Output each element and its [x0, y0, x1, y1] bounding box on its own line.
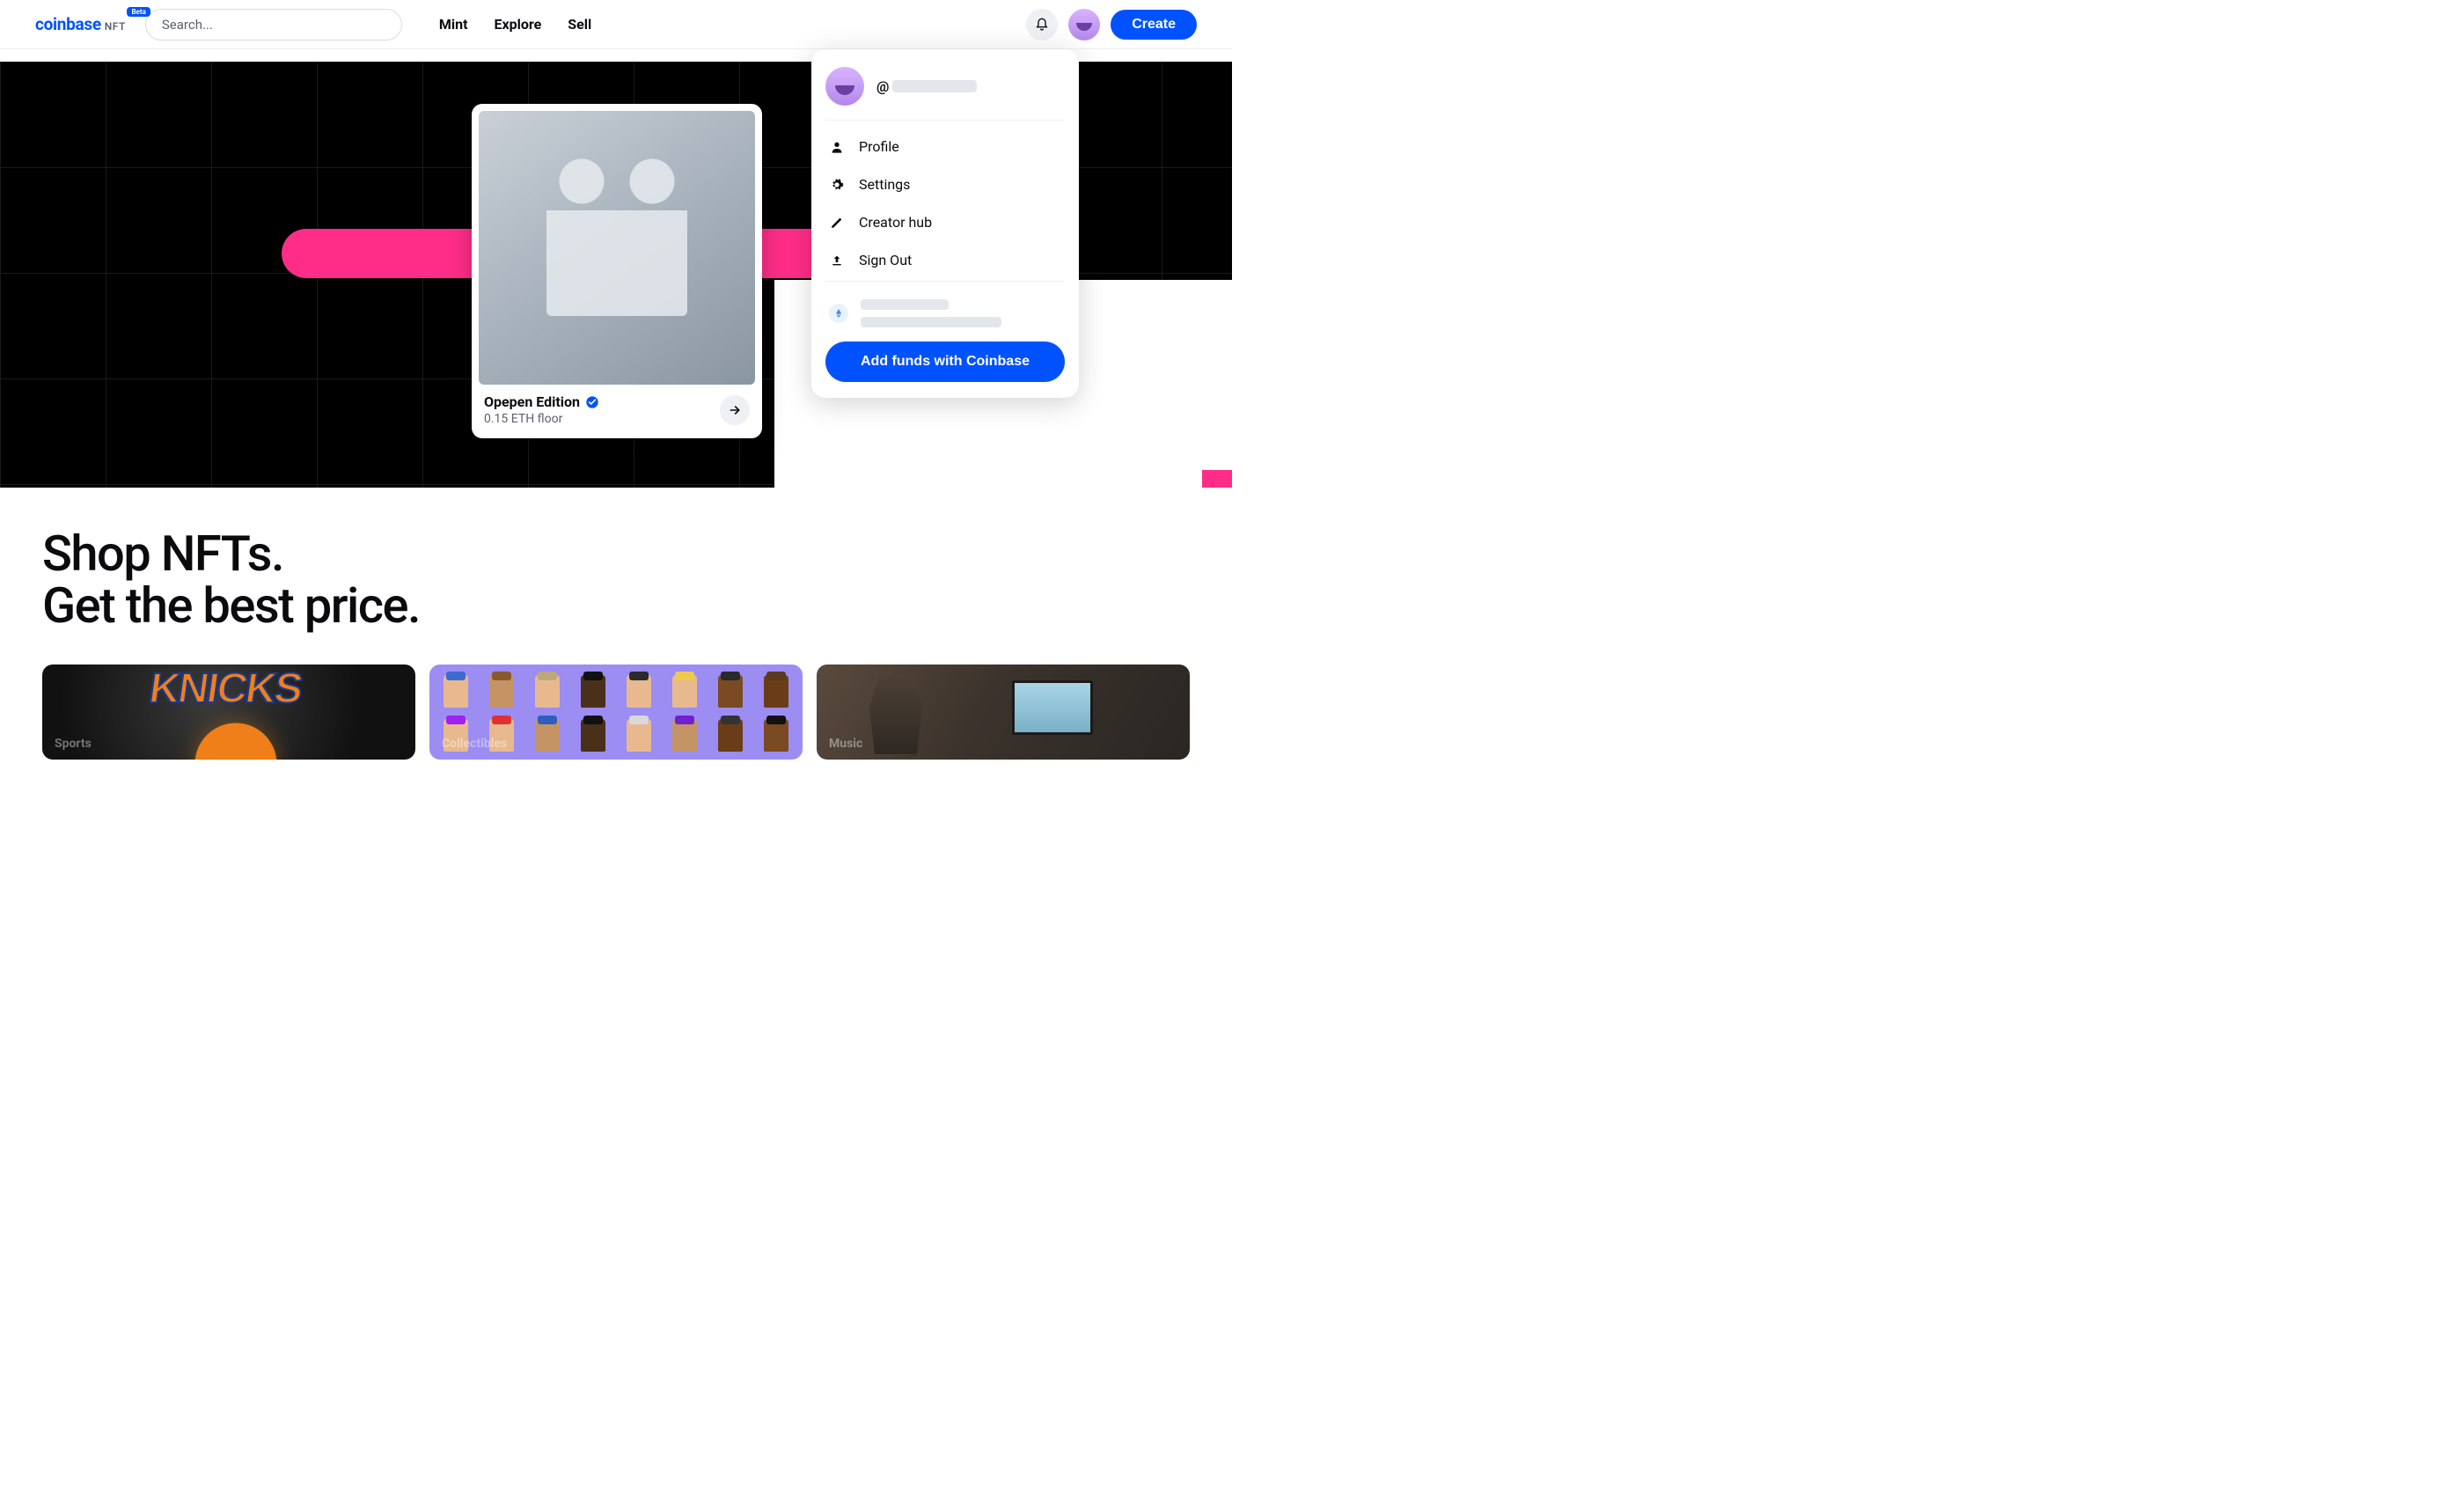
- featured-collection-floor: 0.15 ETH floor: [484, 412, 599, 426]
- pencil-icon: [829, 216, 845, 230]
- logo-coinbase: coinbase: [35, 14, 101, 34]
- dropdown-item-label: Profile: [859, 138, 899, 155]
- featured-collection-card[interactable]: Opepen Edition 0.15 ETH floor: [472, 104, 762, 438]
- logo[interactable]: coinbase NFT Beta: [35, 14, 126, 34]
- category-label: Music: [829, 737, 862, 751]
- gear-icon: [829, 178, 845, 192]
- top-nav: coinbase NFT Beta Search... Mint Explore…: [0, 0, 1232, 49]
- shop-heading-line2: Get the best price.: [42, 580, 1190, 632]
- category-card-sports[interactable]: KNICKS Sports: [42, 665, 415, 760]
- knicks-logo-art: KNICKS: [146, 665, 304, 713]
- dropdown-item-creator-hub[interactable]: Creator hub: [825, 203, 1065, 241]
- primary-nav: Mint Explore Sell: [439, 16, 591, 33]
- beta-badge: Beta: [127, 7, 150, 17]
- featured-next-button[interactable]: [720, 395, 750, 425]
- username-redacted: [892, 80, 977, 92]
- ethereum-icon: [829, 304, 848, 323]
- divider: [825, 281, 1065, 282]
- signout-icon: [829, 253, 845, 268]
- featured-collection-meta: Opepen Edition 0.15 ETH floor: [479, 385, 755, 431]
- verified-icon: [585, 395, 599, 409]
- nav-sell[interactable]: Sell: [568, 16, 591, 33]
- nav-mint[interactable]: Mint: [439, 16, 468, 33]
- hero-accent-white: [1102, 461, 1140, 488]
- dropdown-user-row[interactable]: @: [825, 62, 1065, 118]
- divider: [825, 120, 1065, 121]
- search-placeholder: Search...: [162, 17, 213, 33]
- dropdown-item-signout[interactable]: Sign Out: [825, 241, 1065, 279]
- search-input[interactable]: Search...: [145, 9, 402, 40]
- bell-icon: [1035, 18, 1049, 32]
- handle-prefix: @: [876, 78, 889, 95]
- person-icon: [829, 140, 845, 154]
- nav-explore[interactable]: Explore: [495, 16, 542, 33]
- dropdown-avatar: [825, 67, 864, 106]
- shop-heading: Shop NFTs. Get the best price.: [42, 528, 1190, 633]
- dropdown-item-label: Sign Out: [859, 252, 912, 268]
- featured-collection-title: Opepen Edition: [484, 393, 580, 410]
- wallet-balance-redacted: [861, 299, 1001, 327]
- category-row: KNICKS Sports Colle: [42, 665, 1190, 760]
- shop-heading-line1: Shop NFTs.: [42, 528, 1190, 580]
- category-label: Collectibles: [442, 737, 507, 751]
- arrow-right-icon: [728, 403, 742, 417]
- dropdown-item-label: Settings: [859, 176, 910, 193]
- dropdown-username: @: [876, 78, 977, 95]
- logo-nft: NFT: [105, 20, 126, 33]
- featured-collection-image: [479, 111, 755, 385]
- category-label: Sports: [55, 737, 92, 751]
- account-dropdown: @ Profile Settings Creator hub Sign Out: [811, 49, 1079, 398]
- dropdown-item-settings[interactable]: Settings: [825, 165, 1065, 203]
- dropdown-wallet-row[interactable]: [825, 289, 1065, 341]
- avatar-glyph: [1076, 23, 1092, 31]
- add-funds-button[interactable]: Add funds with Coinbase: [825, 341, 1065, 382]
- dropdown-item-profile[interactable]: Profile: [825, 128, 1065, 165]
- notifications-button[interactable]: [1026, 9, 1058, 40]
- hero-accent-pink: [1202, 470, 1232, 488]
- dropdown-item-label: Creator hub: [859, 214, 932, 231]
- header-actions: Create: [1026, 9, 1197, 40]
- category-card-collectibles[interactable]: Collectibles: [429, 665, 803, 760]
- category-card-music[interactable]: Music: [817, 665, 1190, 760]
- account-avatar-button[interactable]: [1068, 9, 1100, 40]
- create-button[interactable]: Create: [1111, 10, 1197, 40]
- shop-section: Shop NFTs. Get the best price. KNICKS Sp…: [0, 488, 1232, 760]
